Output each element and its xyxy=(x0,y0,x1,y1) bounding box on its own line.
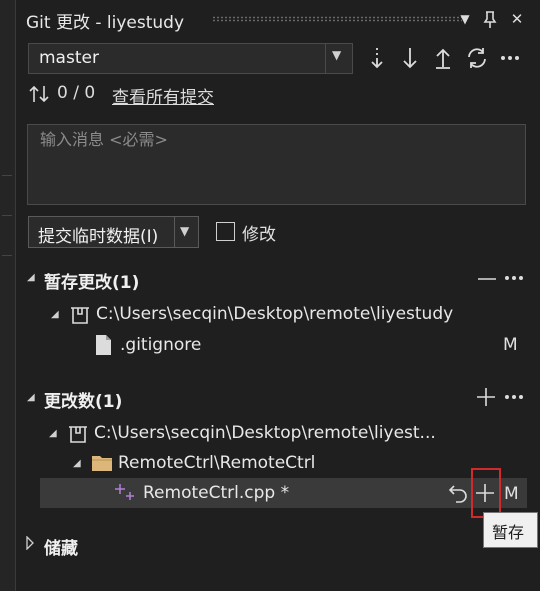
edge-mark xyxy=(2,175,12,176)
commit-message-box[interactable] xyxy=(27,124,526,205)
repository-icon xyxy=(67,423,89,445)
chevron-down-icon[interactable]: ▼ xyxy=(332,48,341,62)
file-icon xyxy=(94,334,112,356)
view-all-commits-link[interactable]: 查看所有提交 xyxy=(112,83,214,108)
commit-message-input[interactable] xyxy=(28,125,525,153)
staged-expand-icon[interactable]: ◢ xyxy=(27,272,35,283)
repository-icon xyxy=(69,304,91,326)
amend-label: 修改 xyxy=(242,225,276,245)
branch-divider xyxy=(325,44,326,73)
more-icon[interactable] xyxy=(496,44,524,72)
edge-mark xyxy=(2,255,12,256)
changes-repo-path: C:\Users\secqin\Desktop\remote\liyest... xyxy=(94,423,436,443)
staged-more-icon[interactable] xyxy=(502,268,526,288)
sync-icon[interactable] xyxy=(463,44,491,72)
staged-file-status: M xyxy=(503,335,518,355)
commit-staged-label: 提交临时数据(I) xyxy=(38,227,159,247)
stage-button-highlight xyxy=(471,468,501,518)
tool-window-titlebar: Git 更改 - liyestudy ▼ ✕ xyxy=(16,0,540,38)
incoming-outgoing-icon xyxy=(28,84,50,104)
staged-repo-expand-icon[interactable]: ◢ xyxy=(51,309,59,320)
undo-changes-icon[interactable] xyxy=(448,482,470,504)
fetch-icon[interactable] xyxy=(363,44,391,72)
branch-name: master xyxy=(39,48,99,68)
amend-checkbox[interactable] xyxy=(216,222,235,241)
staged-file-name[interactable]: .gitignore xyxy=(120,335,201,355)
edge-mark xyxy=(2,215,12,216)
title-drag-grip[interactable] xyxy=(212,16,462,22)
changes-title[interactable]: 更改数(1) xyxy=(44,387,122,412)
commit-staged-button[interactable]: 提交临时数据(I) ▼ xyxy=(28,216,199,248)
changes-repo-expand-icon[interactable]: ◢ xyxy=(49,428,57,439)
stash-title[interactable]: 储藏 xyxy=(44,534,78,559)
folder-path: RemoteCtrl\RemoteCtrl xyxy=(118,453,316,473)
push-icon[interactable] xyxy=(429,44,457,72)
stash-collapsed-icon[interactable] xyxy=(25,536,35,550)
unstage-all-icon[interactable] xyxy=(476,269,498,289)
commit-divider xyxy=(174,217,175,247)
staged-repo-path: C:\Users\secqin\Desktop\remote\liyestudy xyxy=(96,304,454,324)
folder-icon xyxy=(91,453,113,473)
pull-icon[interactable] xyxy=(396,44,424,72)
changes-expand-icon[interactable]: ◢ xyxy=(27,392,35,403)
sync-counts: 0 / 0 xyxy=(57,83,96,103)
stage-all-icon[interactable] xyxy=(475,386,497,408)
staged-changes-title[interactable]: 暂存更改(1) xyxy=(44,268,139,293)
added-file-icon xyxy=(114,481,138,503)
changed-file-name[interactable]: RemoteCtrl.cpp * xyxy=(143,483,289,503)
window-options-chevron-icon[interactable]: ▼ xyxy=(454,8,476,30)
changes-more-icon[interactable] xyxy=(502,387,526,407)
window-title: Git 更改 - liyestudy xyxy=(26,13,185,33)
close-icon[interactable]: ✕ xyxy=(506,8,528,30)
branch-dropdown[interactable]: master ▼ xyxy=(28,43,353,74)
pin-icon[interactable] xyxy=(479,8,501,30)
folder-expand-icon[interactable]: ◢ xyxy=(73,458,81,469)
stage-tooltip: 暂存 xyxy=(483,512,538,548)
commit-options-chevron-icon[interactable]: ▼ xyxy=(180,224,189,238)
changed-file-status: M xyxy=(504,484,519,504)
adjacent-panel-edge xyxy=(0,0,16,591)
